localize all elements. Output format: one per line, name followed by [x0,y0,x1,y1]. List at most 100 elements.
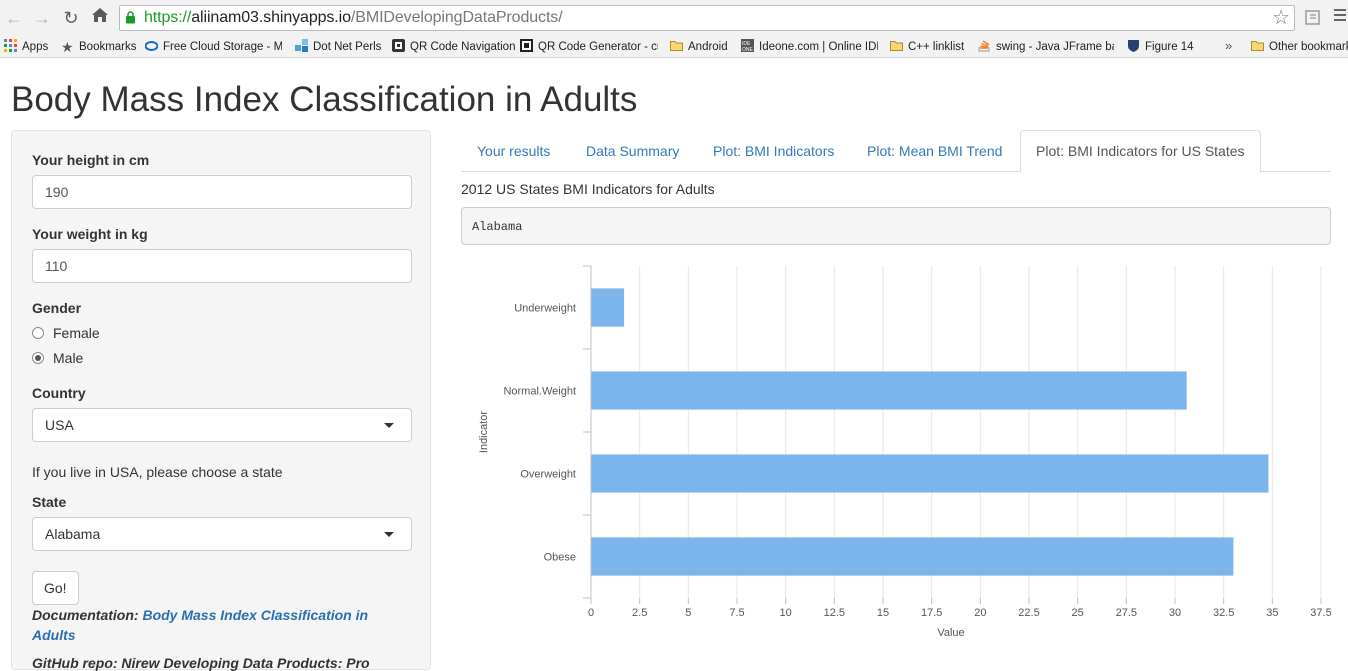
bookmark-label: swing - Java JFrame bac [996,41,1114,53]
tab-your-results[interactable]: Your results [462,130,565,172]
chart-y-tick-label: Normal.Weight [503,386,576,398]
go-button[interactable]: Go! [32,571,79,605]
chart-x-tick-label: 15 [877,607,889,619]
chart-bar [591,537,1234,576]
chart-bar [591,288,625,327]
bookmark-android[interactable]: Android [670,39,728,55]
bookmark-label: Dot Net Perls [313,41,382,53]
bookmark-star-icon[interactable]: ☆ [1272,7,1290,29]
cloud-icon [145,41,158,51]
chart-x-tick-label: 7.5 [729,607,744,619]
chart-x-tick-label: 0 [588,607,594,619]
documentation-line: Documentation: Body Mass Index Classific… [32,605,412,645]
folder-icon [890,41,903,51]
radio-button-male[interactable] [32,352,44,364]
bookmark-qr-code-generator[interactable]: QR Code Generator - cr [520,39,658,55]
state-label: State [32,494,67,510]
bookmark-figure-14[interactable]: Figure 14 [1127,39,1194,55]
bookmark-dot-net-perls[interactable]: Dot Net Perls [295,39,381,55]
dotnetperls-icon [295,39,308,52]
chart-x-tick-label: 32.5 [1213,607,1234,619]
height-input[interactable]: 190 [32,175,412,209]
reload-icon[interactable]: ↻ [60,7,82,29]
ideone-icon: IDEONE [741,39,754,52]
chart-x-tick-label: 37.5 [1310,607,1331,619]
chart-x-tick-label: 2.5 [632,607,647,619]
bookmark-swing-java[interactable]: swing - Java JFrame bac [978,39,1114,55]
state-output: Alabama [461,207,1331,245]
url-text: https://aliinam03.shinyapps.io/BMIDevelo… [144,9,563,26]
caret-down-icon [384,532,394,537]
chart-x-tick-label: 10 [780,607,792,619]
caret-down-icon [384,423,394,428]
stackoverflow-icon [978,40,990,52]
gender-option-label: Male [53,350,84,366]
bookmark-label: Bookmarks [79,41,137,53]
folder-icon [1251,41,1264,51]
tab-data-summary[interactable]: Data Summary [571,130,694,172]
browser-toolbar: ← → ↻ https://aliinam03.shinyapps.io/BMI… [0,0,1348,36]
chart-y-tick-labels: Underweight Normal.Weight Overweight Obese [503,303,576,564]
chart-x-tick-labels: 0 2.5 5 7.5 10 12.5 15 17.5 20 22.5 25 27.5 30 32.5 35… [588,607,1331,619]
chart-y-tick-label: Overweight [520,469,576,481]
state-hint: If you live in USA, please choose a stat… [32,464,283,480]
tab-bar: Your results Data Summary Plot: BMI Indi… [461,130,1331,173]
bookmark-other-bookmarks[interactable]: Other bookmarks [1251,39,1348,55]
bookmark-bookmarks[interactable]: ★ Bookmarks [61,39,137,55]
chart-x-tick-label: 5 [685,607,691,619]
bookmark-label: Ideone.com | Online IDE [759,41,878,53]
bookmarks-bar: Apps ★ Bookmarks Free Cloud Storage - Me … [0,36,1348,58]
gender-option-label: Female [53,325,100,341]
svg-text:ONE: ONE [742,47,754,52]
bookmark-cpp-linklist[interactable]: C++ linklist [890,39,964,55]
country-label: Country [32,385,86,401]
bmi-indicators-bar-chart: UnderweightNormal.WeightOverweightObese … [478,265,1331,639]
chart-x-axis-title: Value [937,627,964,639]
country-select[interactable]: USA [32,408,412,442]
bookmark-label: C++ linklist [908,41,965,53]
weight-label: Your weight in kg [32,226,148,242]
folder-icon [670,41,683,51]
gender-label: Gender [32,300,82,316]
bookmark-label: Android [688,41,728,53]
forward-arrow-icon[interactable]: → [31,7,53,29]
page-title: Body Mass Index Classification in Adults [11,80,638,119]
bookmark-free-cloud-storage[interactable]: Free Cloud Storage - Me [145,39,282,55]
home-icon[interactable] [89,6,111,28]
chart-x-tick-label: 27.5 [1116,607,1137,619]
tab-plot-bmi-indicators-us-states[interactable]: Plot: BMI Indicators for US States [1020,130,1261,173]
qr-icon [392,39,405,52]
tab-plot-bmi-indicators[interactable]: Plot: BMI Indicators [698,130,849,172]
star-icon: ★ [61,39,74,55]
chart-x-tick-label: 12.5 [824,607,845,619]
chart-x-tick-label: 30 [1169,607,1181,619]
chart-x-tick-label: 25 [1072,607,1084,619]
address-bar[interactable]: https://aliinam03.shinyapps.io/BMIDevelo… [119,5,1295,31]
input-sidebar: Your height in cm 190 Your weight in kg … [11,130,431,671]
menu-icon[interactable] [1334,9,1346,25]
height-label: Your height in cm [32,152,150,168]
weight-input[interactable]: 110 [32,249,412,283]
bookmarks-more-chevron[interactable]: » [1225,38,1232,53]
bookmark-apps[interactable]: Apps [4,39,48,55]
bookmark-label: QR Code Generator - cr [538,41,658,53]
bookmark-ideone[interactable]: IDE ONE Ideone.com | Online IDE [741,39,878,55]
chart-bar [591,371,1187,410]
gender-option-male[interactable]: Male [32,350,83,366]
bookmark-label: Figure 14 [1145,41,1194,53]
apps-grid-icon [4,39,17,52]
bookmark-label: Apps [22,41,49,53]
back-arrow-icon[interactable]: ← [3,7,25,29]
github-line: GitHub repo: Nirew Developing Data Produ… [32,655,370,671]
bookmark-qr-code-navigation[interactable]: QR Code Navigation [392,39,515,55]
state-select[interactable]: Alabama [32,517,412,551]
gender-option-female[interactable]: Female [32,325,100,341]
extension-icon[interactable] [1304,8,1322,26]
tab-plot-mean-bmi-trend[interactable]: Plot: Mean BMI Trend [852,130,1017,172]
qr-generator-icon [520,39,533,52]
lock-icon [126,11,135,24]
chart-y-axis-title: Indicator [478,411,490,454]
chart-x-tick-label: 17.5 [921,607,942,619]
chart-y-tick-label: Obese [544,552,576,564]
radio-button-female[interactable] [32,327,44,339]
